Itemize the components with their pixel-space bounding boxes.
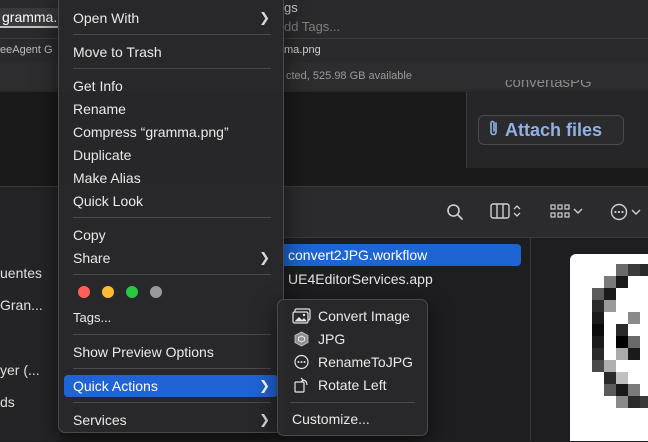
menu-separator — [73, 334, 271, 335]
menu-item-make-alias[interactable]: Make Alias — [64, 167, 278, 189]
menu-separator — [73, 34, 271, 35]
menu-item-label: Quick Actions — [73, 378, 158, 394]
sidebar-item-4[interactable]: ds — [0, 394, 15, 410]
submenu-item-rotate-left[interactable]: Rotate Left — [283, 374, 424, 396]
menu-item-get-info[interactable]: Get Info — [64, 75, 278, 97]
menu-item-duplicate[interactable]: Duplicate — [64, 144, 278, 166]
chevron-right-icon: ❯ — [259, 412, 270, 427]
tags-header-fragment: gs — [284, 0, 298, 15]
finder-toolbar — [280, 187, 648, 238]
submenu-item-label: RenameToJPG — [318, 354, 413, 370]
submenu-item-jpg[interactable]: JPG — [283, 328, 424, 350]
menu-item-copy[interactable]: Copy — [64, 224, 278, 246]
menu-item-quick-actions[interactable]: Quick Actions ❯ — [64, 375, 278, 397]
sidebar-item-3[interactable]: yer (... — [0, 362, 40, 378]
submenu-separator — [290, 402, 415, 403]
menu-item-move-to-trash[interactable]: Move to Trash — [64, 41, 278, 63]
tag-gray-dot[interactable] — [150, 286, 162, 298]
filename-fragment: ma.png — [284, 44, 321, 56]
sidebar-item-1[interactable]: uentes — [0, 265, 42, 281]
menu-separator — [73, 217, 271, 218]
automator-workflow-icon — [292, 331, 311, 347]
tag-orange-dot[interactable] — [102, 286, 114, 298]
chevron-right-icon: ❯ — [259, 250, 270, 265]
sidebar-item-2[interactable]: Gran... — [0, 297, 43, 313]
attach-files-label: Attach files — [505, 119, 603, 140]
rotate-left-icon — [292, 377, 311, 393]
submenu-item-label: Convert Image — [318, 308, 410, 324]
menu-item-share[interactable]: Share ❯ — [64, 247, 278, 269]
search-icon[interactable] — [446, 203, 464, 221]
submenu-item-label: JPG — [318, 331, 346, 347]
ellipsis-circle-icon — [292, 354, 311, 370]
menu-item-show-preview-options[interactable]: Show Preview Options — [64, 341, 278, 363]
menu-item-tags[interactable]: Tags... — [64, 307, 278, 329]
tag-red-dot[interactable] — [78, 286, 90, 298]
attach-files-button[interactable]: Attach files — [478, 115, 624, 145]
tab-gramma[interactable]: gramma. — [0, 8, 60, 28]
menu-item-services[interactable]: Services ❯ — [64, 409, 278, 431]
menu-item-quick-look[interactable]: Quick Look — [64, 190, 278, 212]
photo-stack-icon — [292, 308, 311, 324]
menu-separator — [73, 402, 271, 403]
menu-item-label: Share — [73, 250, 111, 266]
menu-item-open-with[interactable]: Open With ❯ — [64, 7, 278, 29]
add-tags-field[interactable]: dd Tags... — [284, 19, 340, 34]
partial-note-text: convertasPG — [505, 80, 592, 91]
column-view-icon[interactable] — [490, 203, 521, 219]
menu-separator — [73, 274, 271, 275]
disk-status-text: cted, 525.98 GB available — [286, 70, 412, 82]
group-by-icon[interactable] — [550, 203, 583, 219]
image-preview-thumbnail — [570, 254, 648, 441]
tag-green-dot[interactable] — [126, 286, 138, 298]
menu-separator — [73, 68, 271, 69]
more-actions-icon[interactable] — [610, 203, 641, 221]
menu-item-rename[interactable]: Rename — [64, 98, 278, 120]
submenu-item-customize[interactable]: Customize... — [283, 408, 424, 430]
submenu-item-rename-to-jpg[interactable]: RenameToJPG — [283, 351, 424, 373]
menu-separator — [73, 368, 271, 369]
submenu-item-convert-image[interactable]: Convert Image — [283, 305, 424, 327]
path-fragment: eeAgent G — [0, 44, 53, 56]
paperclip-icon — [489, 119, 499, 142]
context-menu: Open With ❯ Move to Trash Get Info Renam… — [58, 0, 284, 433]
file-row-convert2jpg[interactable]: convert2JPG.workflow — [280, 244, 521, 266]
chevron-right-icon: ❯ — [259, 10, 270, 25]
chevron-right-icon: ❯ — [259, 378, 270, 393]
quick-actions-submenu: Convert Image JPG RenameToJPG Rotate Lef… — [277, 299, 428, 436]
menu-item-compress[interactable]: Compress “gramma.png” — [64, 121, 278, 143]
menu-item-label: Open With — [73, 10, 140, 26]
menu-item-label: Services — [73, 412, 127, 428]
file-row-ue4editorservices[interactable]: UE4EditorServices.app — [280, 268, 521, 290]
submenu-item-label: Rotate Left — [318, 377, 387, 393]
